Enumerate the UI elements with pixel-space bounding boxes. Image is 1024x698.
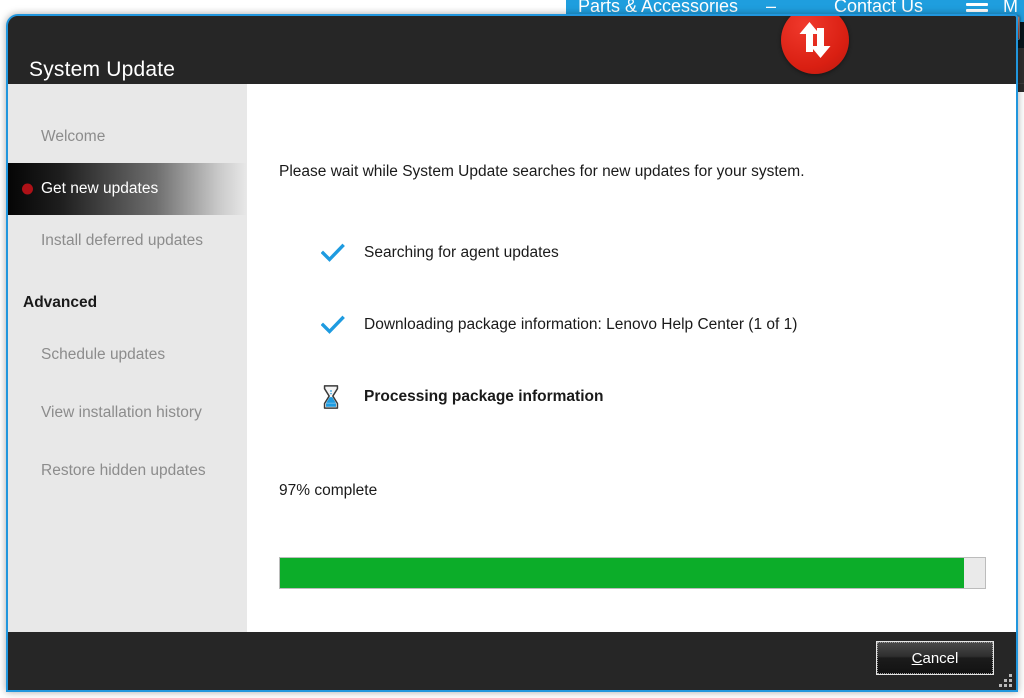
resize-grip[interactable] — [996, 671, 1012, 687]
sidebar-item-label: Get new updates — [41, 180, 159, 197]
cancel-rest-text: ancel — [922, 649, 959, 667]
status-step-downloading: Downloading package information: Lenovo … — [321, 312, 797, 338]
status-step-processing: Processing package information — [321, 384, 603, 410]
sidebar-item-label: Install deferred updates — [41, 232, 203, 249]
progress-label: 97% complete — [279, 482, 378, 499]
sidebar-item-label: Restore hidden updates — [41, 462, 206, 479]
sidebar-item-welcome[interactable]: Welcome — [8, 111, 247, 163]
system-update-window: System Update Welcome Get new updates In… — [6, 14, 1018, 692]
intro-text: Please wait while System Update searches… — [279, 163, 805, 180]
sidebar-item-label: Schedule updates — [41, 346, 166, 363]
progress-bar-fill — [280, 558, 964, 588]
app-footer: Cancel — [8, 632, 1016, 690]
cancel-button-label: Cancel — [912, 650, 959, 667]
sidebar: Welcome Get new updates Install deferred… — [8, 84, 247, 636]
sidebar-section-advanced: Advanced — [23, 294, 98, 311]
sidebar-item-view-installation-history[interactable]: View installation history — [8, 387, 247, 439]
hourglass-icon — [321, 385, 349, 409]
selected-bullet-icon — [22, 183, 33, 195]
sidebar-item-label: View installation history — [41, 404, 202, 421]
up-down-arrows-icon — [781, 16, 849, 74]
app-title: System Update — [29, 58, 176, 81]
sidebar-item-install-deferred-updates[interactable]: Install deferred updates — [8, 215, 247, 267]
sidebar-item-label: Welcome — [41, 128, 106, 145]
sidebar-item-get-new-updates[interactable]: Get new updates — [8, 163, 247, 215]
app-titlebar: System Update — [8, 16, 1016, 84]
status-step-label: Downloading package information: Lenovo … — [364, 316, 798, 333]
main-content: Please wait while System Update searches… — [247, 84, 1016, 636]
sidebar-item-schedule-updates[interactable]: Schedule updates — [8, 329, 247, 381]
cancel-accel-char: C — [911, 649, 923, 667]
app-body: Welcome Get new updates Install deferred… — [8, 84, 1016, 636]
check-icon — [321, 315, 349, 335]
status-step-label: Processing package information — [364, 388, 604, 405]
cancel-button[interactable]: Cancel — [876, 641, 994, 675]
status-step-label: Searching for agent updates — [364, 244, 559, 261]
status-step-searching: Searching for agent updates — [321, 240, 559, 266]
screen: Parts & Accessories – Contact Us M X ? — [0, 0, 1024, 698]
sidebar-item-restore-hidden-updates[interactable]: Restore hidden updates — [8, 445, 247, 497]
check-icon — [321, 243, 349, 263]
progress-bar — [279, 557, 986, 589]
cancel-button-focus-ring: Cancel — [877, 642, 993, 674]
